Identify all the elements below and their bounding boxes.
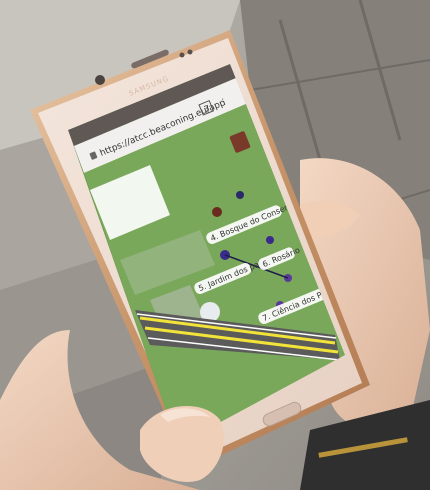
map-pin-icon[interactable] — [212, 207, 222, 217]
photo-scene: SAMSUNG https://atcc.beaconing.eu/app 3 … — [0, 0, 430, 490]
front-camera-icon — [95, 75, 105, 85]
map-pin-icon[interactable] — [266, 236, 274, 244]
map-pin-icon[interactable] — [236, 191, 244, 199]
